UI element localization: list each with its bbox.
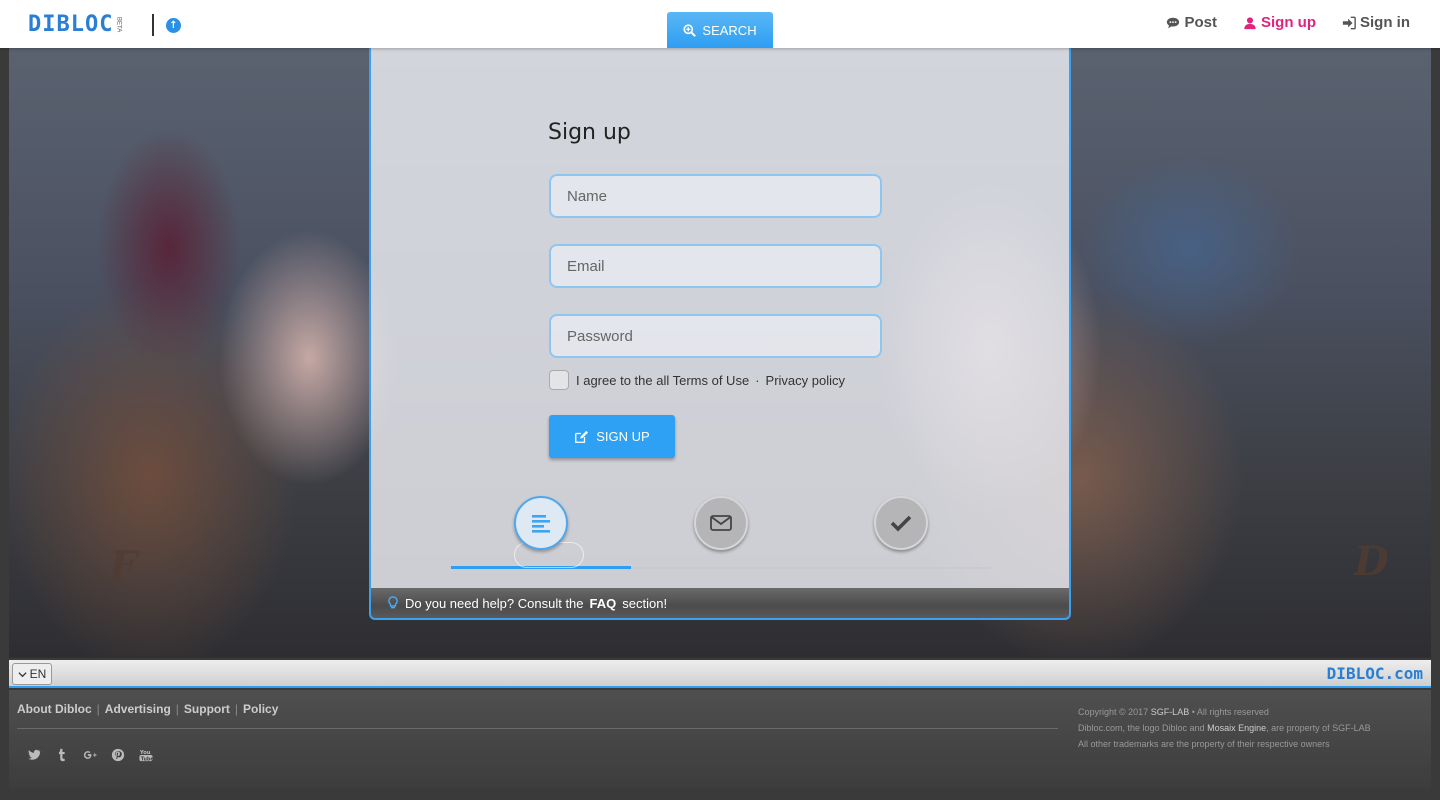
footer: About Dibloc | Advertising | Support | P… <box>9 690 1431 788</box>
twitter-icon[interactable] <box>27 748 41 762</box>
link-separator: | <box>234 702 239 716</box>
terms-text: I agree to the all Terms of Use · Privac… <box>576 373 845 388</box>
step-email[interactable] <box>694 496 748 550</box>
youtube-icon[interactable]: YouTube <box>139 748 153 762</box>
copyright-prefix: Copyright © 2017 <box>1078 707 1149 717</box>
help-text: Do you need help? Consult the <box>405 595 584 611</box>
signup-submit-label: SIGN UP <box>596 429 650 444</box>
email-field[interactable] <box>549 244 882 288</box>
search-plus-icon <box>683 23 697 37</box>
language-value: EN <box>29 667 47 681</box>
signup-label: Sign up <box>1261 14 1316 31</box>
top-header: DIBLOC BETA ↑ SEARCH Post Sign up Sign i… <box>0 0 1440 48</box>
engine-link[interactable]: Mosaix Engine <box>1207 723 1266 733</box>
sign-in-icon <box>1342 16 1356 29</box>
step-details[interactable] <box>514 496 568 550</box>
lightbulb-icon <box>388 596 398 609</box>
legal-line-2-b: , are property of SGF-LAB <box>1266 723 1371 733</box>
copyright-suffix: • All rights reserved <box>1191 707 1269 717</box>
svg-text:Tube: Tube <box>141 756 153 762</box>
background-letter-f: F <box>109 543 138 590</box>
google-plus-icon[interactable] <box>83 748 97 762</box>
legal-line-2-a: Dibloc.com, the logo Dibloc and <box>1078 723 1205 733</box>
password-field[interactable] <box>549 314 882 358</box>
beta-badge: BETA <box>115 17 122 33</box>
link-separator: | <box>96 702 100 716</box>
company-link[interactable]: SGF-LAB <box>1151 707 1190 717</box>
help-bar: Do you need help? Consult the FAQ sectio… <box>371 588 1069 618</box>
link-separator: | <box>175 702 179 716</box>
check-icon <box>890 515 912 532</box>
terms-separator: · <box>755 373 760 388</box>
align-left-icon <box>532 515 550 533</box>
envelope-icon <box>710 515 732 531</box>
signin-label: Sign in <box>1360 14 1410 31</box>
legal-text: Copyright © 2017 SGF-LAB • All rights re… <box>1078 704 1371 752</box>
logo-text: DIBLOC <box>28 12 114 37</box>
social-links: You Tube <box>27 748 153 762</box>
signup-panel: Sign up I agree to the all Terms of Use … <box>369 48 1071 620</box>
footer-links: About Dibloc | Advertising | Support | P… <box>17 702 278 716</box>
about-link[interactable]: About Dibloc <box>17 702 92 716</box>
search-tab-label: SEARCH <box>702 22 757 38</box>
header-nav: Post Sign up Sign in <box>1166 14 1410 31</box>
post-link[interactable]: Post <box>1166 14 1217 31</box>
legal-line-2: Dibloc.com, the logo Dibloc and Mosaix E… <box>1078 720 1371 736</box>
tumblr-icon[interactable] <box>55 748 69 762</box>
page-title: Sign up <box>548 120 631 145</box>
footer-divider <box>17 728 1058 729</box>
background-letter-d: D <box>1354 538 1389 585</box>
name-field[interactable] <box>549 174 882 218</box>
scroll-up-icon[interactable]: ↑ <box>166 18 181 33</box>
logo-divider <box>152 14 154 36</box>
signup-link[interactable]: Sign up <box>1243 14 1316 31</box>
user-icon <box>1244 16 1256 29</box>
advertising-link[interactable]: Advertising <box>105 702 171 716</box>
faq-link[interactable]: FAQ <box>590 596 617 611</box>
signup-submit-button[interactable]: SIGN UP <box>549 415 675 458</box>
edit-icon <box>575 430 589 443</box>
pinterest-icon[interactable] <box>111 748 125 762</box>
comment-icon <box>1167 17 1180 28</box>
support-link[interactable]: Support <box>184 702 230 716</box>
legal-line-1: Copyright © 2017 SGF-LAB • All rights re… <box>1078 704 1371 720</box>
terms-checkbox[interactable] <box>549 370 569 390</box>
post-label: Post <box>1184 14 1217 31</box>
footer-bar: EN DIBLOC.com <box>9 660 1431 688</box>
search-tab-button[interactable]: SEARCH <box>667 12 773 48</box>
help-suffix: section! <box>622 595 668 611</box>
terms-label[interactable]: I agree to the all Terms of Use <box>576 373 749 388</box>
legal-line-3: All other trademarks are the property of… <box>1078 739 1330 749</box>
policy-link[interactable]: Policy <box>243 702 278 716</box>
footer-logo[interactable]: DIBLOC.com <box>1327 664 1423 683</box>
chevron-down-icon <box>18 671 27 677</box>
language-select[interactable]: EN <box>12 663 52 685</box>
step-confirm[interactable] <box>874 496 928 550</box>
privacy-policy-link[interactable]: Privacy policy <box>766 373 845 388</box>
signin-link[interactable]: Sign in <box>1342 14 1410 31</box>
site-logo[interactable]: DIBLOC BETA <box>28 14 121 36</box>
